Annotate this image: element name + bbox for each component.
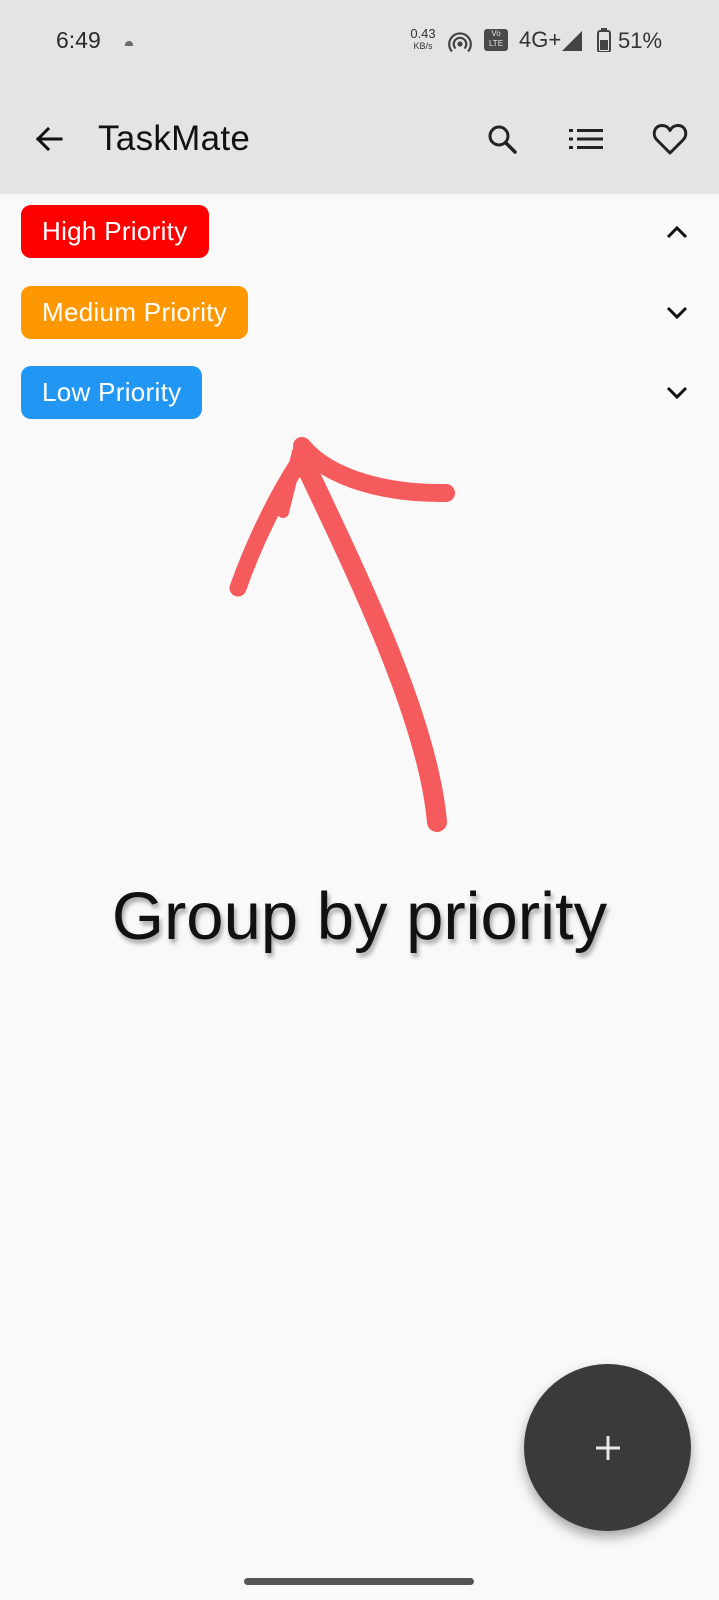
add-task-button[interactable] [524, 1364, 691, 1531]
home-indicator[interactable] [244, 1578, 474, 1585]
annotation-arrow [229, 437, 455, 832]
annotation-caption: Group by priority [111, 879, 608, 954]
plus-icon [595, 1435, 620, 1460]
